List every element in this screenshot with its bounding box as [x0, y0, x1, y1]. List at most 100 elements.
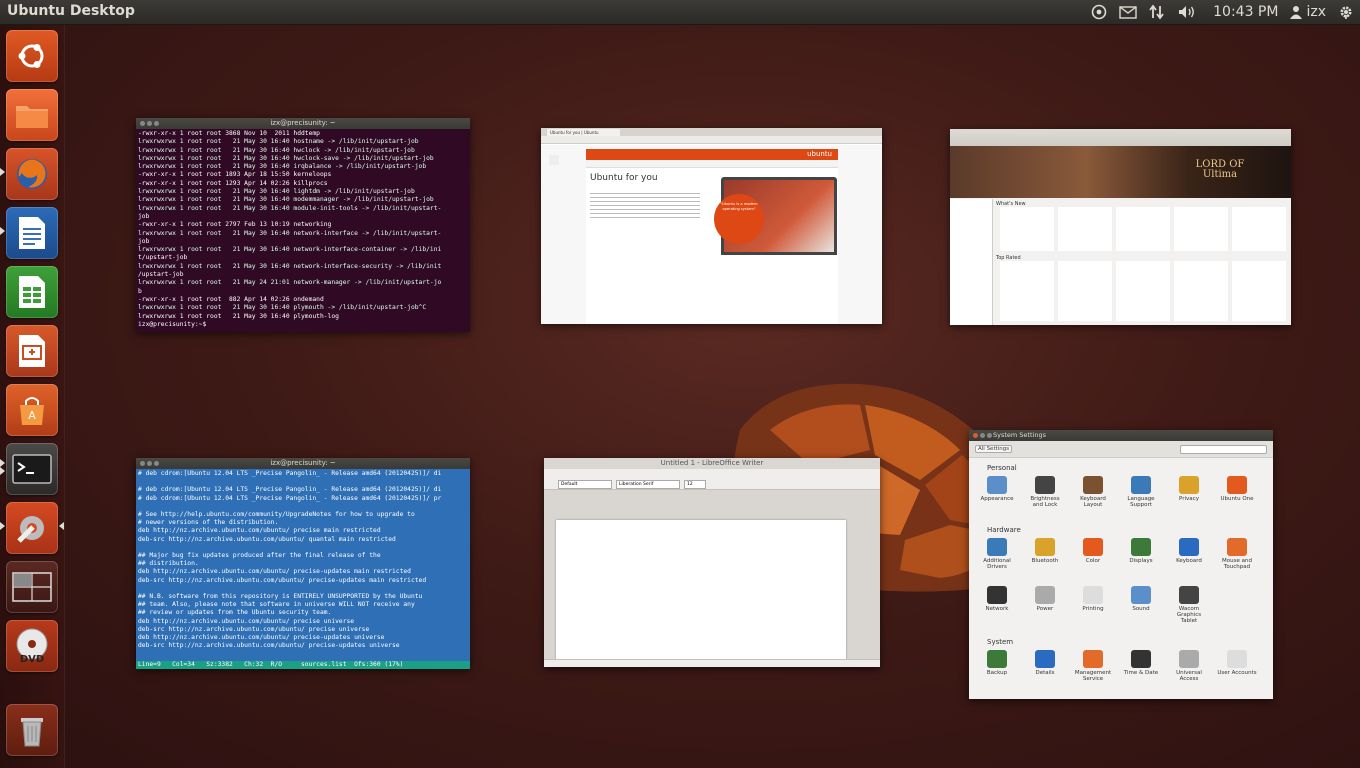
settings-item[interactable]: Time & Date	[1121, 650, 1161, 676]
terminal-line: lrwxrwxrwx 1 root root 21 May 30 16:40 h…	[138, 146, 415, 154]
nano-editor-content: # deb cdrom:[Ubuntu 12.04 LTS _Precise P…	[136, 469, 470, 652]
settings-item[interactable]: User Accounts	[1217, 650, 1257, 676]
settings-item[interactable]: Sound	[1121, 586, 1161, 612]
settings-item[interactable]: Appearance	[977, 476, 1017, 502]
font-size-select[interactable]: 12	[684, 480, 706, 489]
bg-dot	[549, 155, 559, 165]
font-name-select[interactable]: Liberation Serif	[616, 480, 680, 489]
settings-group-header: System	[987, 638, 1014, 646]
settings-item-label: Appearance	[980, 496, 1014, 502]
settings-item[interactable]: Additional Drivers	[977, 538, 1017, 570]
ubuntu-one-icon[interactable]	[1091, 0, 1107, 24]
window-titlebar: Untitled 1 - LibreOffice Writer	[544, 458, 880, 469]
mail-icon[interactable]	[1119, 0, 1137, 24]
settings-item[interactable]: Printing	[1073, 586, 1113, 612]
firefox-window-thumbnail[interactable]: Ubuntu for you | Ubuntu ubuntu Ubuntu fo…	[541, 128, 882, 324]
terminal-line: b	[138, 287, 142, 295]
settings-item-icon	[1227, 476, 1247, 494]
nano-line: deb http://nz.archive.ubuntu.com/ubuntu/…	[138, 527, 381, 535]
writer-launcher[interactable]	[6, 207, 58, 259]
terminal-launcher[interactable]	[6, 443, 58, 495]
settings-item-label: Keyboard Layout	[1080, 496, 1106, 508]
document-page[interactable]	[556, 520, 846, 660]
settings-item[interactable]: Ubuntu One	[1217, 476, 1257, 502]
active-indicator	[59, 522, 64, 530]
terminal-line: izx@precisunity:~$	[138, 320, 211, 328]
settings-item[interactable]: Brightness and Lock	[1025, 476, 1065, 508]
address-bar[interactable]	[541, 136, 882, 144]
settings-item[interactable]: Universal Access	[1169, 650, 1209, 682]
writer-window-thumbnail[interactable]: Untitled 1 - LibreOffice Writer Default …	[544, 458, 880, 667]
trash-launcher[interactable]	[6, 704, 58, 756]
app-grid-rated	[996, 261, 1286, 321]
settings-item-icon	[987, 538, 1007, 556]
settings-item-label: Keyboard	[1176, 558, 1202, 564]
terminal-line: lrwxrwxrwx 1 root root 21 May 30 16:40 l…	[138, 188, 415, 196]
window-titlebar: izx@precisunity: ~	[136, 118, 470, 129]
terminal-line: lrwxrwxrwx 1 root root 21 May 30 16:40 n…	[138, 262, 442, 270]
workspace-switcher[interactable]	[6, 561, 58, 613]
settings-item-icon	[1035, 476, 1055, 494]
settings-item[interactable]: Displays	[1121, 538, 1161, 564]
terminal-window-thumbnail[interactable]: izx@precisunity: ~ -rwxr-xr-x 1 root roo…	[136, 118, 470, 332]
settings-item-label: Universal Access	[1176, 670, 1202, 682]
system-settings-window[interactable]: System Settings All Settings Personal App…	[969, 430, 1273, 699]
settings-item-label: Network	[985, 606, 1009, 612]
impress-launcher[interactable]	[6, 325, 58, 377]
system-settings-launcher[interactable]	[6, 502, 58, 554]
window-controls	[140, 121, 159, 126]
settings-item[interactable]: Power	[1025, 586, 1065, 612]
nano-line	[138, 478, 468, 486]
settings-item[interactable]: Management Service	[1073, 650, 1113, 682]
settings-item[interactable]: Details	[1025, 650, 1065, 676]
settings-item-icon	[1083, 650, 1103, 668]
writer-toolbar[interactable]: Default Liberation Serif 12	[544, 469, 880, 490]
files-launcher[interactable]	[6, 89, 58, 141]
terminal-line: lrwxrwxrwx 1 root root 21 May 30 16:40 i…	[138, 163, 427, 171]
gear-icon[interactable]	[1338, 0, 1354, 24]
dash-home-button[interactable]	[6, 30, 58, 82]
paragraph-style-select[interactable]: Default	[558, 480, 612, 489]
user-icon	[1290, 6, 1303, 19]
category-sidebar[interactable]	[950, 199, 993, 325]
spreadsheet-icon	[19, 276, 45, 308]
nano-line: # newer versions of the distribution.	[138, 519, 279, 527]
settings-search-input[interactable]	[1180, 445, 1267, 454]
user-menu[interactable]: izx	[1290, 0, 1326, 24]
settings-item[interactable]: Privacy	[1169, 476, 1209, 502]
calc-launcher[interactable]	[6, 266, 58, 318]
settings-item-icon	[1035, 538, 1055, 556]
settings-item[interactable]: Network	[977, 586, 1017, 612]
settings-item-label: Privacy	[1179, 496, 1199, 502]
software-center-window-thumbnail[interactable]: LORD OF Ultima What's New Top Rated	[950, 129, 1291, 325]
running-indicator	[0, 168, 5, 176]
firefox-launcher[interactable]	[6, 148, 58, 200]
dvd-launcher[interactable]: DVD	[6, 620, 58, 672]
settings-item-label: Language Support	[1127, 496, 1155, 508]
settings-item[interactable]: Mouse and Touchpad	[1217, 538, 1257, 570]
terminal-output: -rwxr-xr-x 1 root root 3868 Nov 10 2011 …	[136, 129, 470, 331]
nano-terminal-window-thumbnail[interactable]: izx@precisunity: ~ # deb cdrom:[Ubuntu 1…	[136, 458, 470, 669]
settings-item[interactable]: Bluetooth	[1025, 538, 1065, 564]
featured-banner[interactable]: LORD OF Ultima	[950, 146, 1291, 198]
terminal-line: -rwxr-xr-x 1 root root 3868 Nov 10 2011 …	[138, 130, 320, 137]
clock[interactable]: 10:43 PM	[1213, 0, 1278, 24]
terminal-icon	[12, 454, 52, 484]
volume-icon[interactable]	[1177, 0, 1197, 24]
settings-item-icon	[1083, 586, 1103, 604]
browser-tab[interactable]: Ubuntu for you | Ubuntu	[547, 129, 620, 136]
network-icon[interactable]	[1149, 0, 1165, 24]
settings-item[interactable]: Keyboard	[1169, 538, 1209, 564]
all-settings-button[interactable]: All Settings	[975, 445, 1013, 453]
settings-item[interactable]: Color	[1073, 538, 1113, 564]
software-center-launcher[interactable]: A	[6, 384, 58, 436]
svg-text:DVD: DVD	[20, 654, 44, 665]
running-indicator	[0, 467, 5, 475]
settings-item[interactable]: Keyboard Layout	[1073, 476, 1113, 508]
settings-item[interactable]: Backup	[977, 650, 1017, 676]
settings-item-label: Printing	[1082, 606, 1104, 612]
settings-item[interactable]: Wacom Graphics Tablet	[1169, 586, 1209, 624]
nano-line: deb-src http://nz.archive.ubuntu.com/ubu…	[138, 535, 396, 543]
svg-text:A: A	[28, 409, 36, 422]
settings-item[interactable]: Language Support	[1121, 476, 1161, 508]
